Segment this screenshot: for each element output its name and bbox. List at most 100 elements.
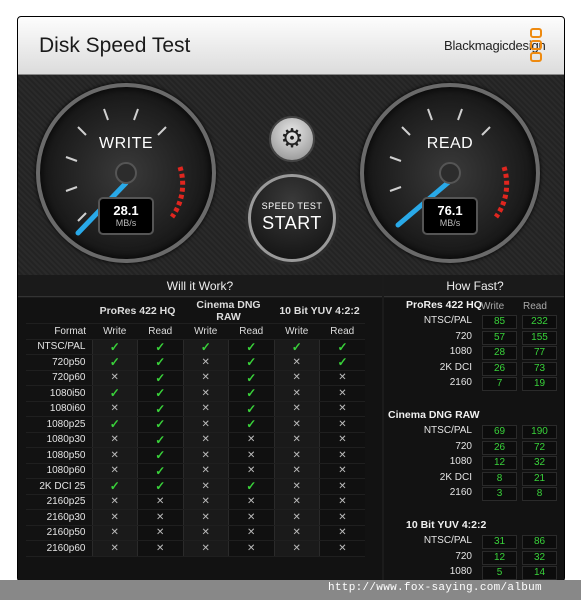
check-icon: ✓: [137, 339, 183, 355]
settings-button[interactable]: ⚙: [269, 116, 315, 162]
group-header: 10 Bit YUV 4:2:2: [274, 299, 365, 324]
start-big-label: START: [262, 213, 322, 233]
check-icon: ✓: [91, 339, 138, 355]
cross-icon: ✕: [273, 385, 320, 402]
cross-icon: ✕: [182, 447, 229, 464]
format-label: 1080p30: [26, 432, 92, 448]
cross-icon: ✕: [273, 463, 320, 479]
format-label: 2160p60: [26, 540, 92, 557]
cross-icon: ✕: [182, 401, 229, 417]
check-icon: ✓: [137, 447, 183, 464]
watermark: http://www.fox-saying.com/album: [328, 582, 542, 594]
table-row: 1080p30 ✕ ✓ ✕ ✕ ✕ ✕: [26, 432, 365, 448]
check-icon: ✓: [91, 478, 138, 495]
cross-icon: ✕: [182, 416, 229, 433]
check-icon: ✓: [137, 463, 183, 479]
cross-icon: ✕: [182, 478, 229, 495]
cross-icon: ✕: [182, 370, 229, 386]
read-column-header: Read: [228, 323, 274, 340]
format-label: 1080p25: [26, 416, 92, 433]
table-row: 2160p50 ✕ ✕ ✕ ✕ ✕ ✕: [26, 525, 365, 541]
cross-icon: ✕: [273, 416, 320, 433]
write-fps-value: 12: [482, 550, 517, 565]
read-fps-value: 73: [522, 361, 557, 376]
resolution-label: 2K DCI: [439, 361, 472, 373]
format-label: 1080i50: [26, 385, 92, 402]
check-icon: ✓: [228, 385, 274, 402]
cross-icon: ✕: [182, 509, 229, 526]
read-readout: 76.1 MB/s: [422, 197, 478, 235]
format-label: 2160p25: [26, 494, 92, 510]
how-fast-group-title: ProRes 422 HQ: [406, 299, 482, 311]
cross-icon: ✕: [273, 370, 320, 386]
table-row: 1080p60 ✕ ✓ ✕ ✕ ✕ ✕: [26, 463, 365, 479]
cross-icon: ✕: [137, 509, 183, 526]
cross-icon: ✕: [319, 478, 365, 495]
will-it-work-table: ProRes 422 HQ Cinema DNG RAW 10 Bit YUV …: [26, 299, 365, 557]
how-fast-row: 2160 3 8: [384, 487, 564, 502]
write-fps-value: 85: [482, 315, 517, 329]
read-fps-value: 77: [522, 346, 557, 361]
check-icon: ✓: [228, 478, 274, 495]
resolution-label: 2K DCI: [439, 471, 472, 483]
check-icon: ✓: [137, 370, 183, 386]
table-row: 1080i60 ✕ ✓ ✕ ✓ ✕ ✕: [26, 401, 365, 417]
cross-icon: ✕: [273, 494, 320, 510]
cross-icon: ✕: [182, 494, 229, 510]
will-it-work-header: Will it Work?: [18, 275, 382, 297]
how-fast-row: 720 26 72: [384, 440, 564, 456]
gauge-area: WRITE 28.1 MB/s ⚙ SPEED TEST START READ …: [18, 75, 564, 275]
read-fps-value: 32: [522, 456, 557, 471]
app-window: Disk Speed Test Blackmagicdesign WRITE 2…: [17, 16, 565, 582]
how-fast-row: NTSC/PAL 69 190: [384, 425, 564, 440]
cross-icon: ✕: [228, 525, 274, 541]
cross-icon: ✕: [273, 432, 320, 448]
start-button[interactable]: SPEED TEST START: [248, 174, 336, 262]
table-row: 2K DCI 25 ✓ ✓ ✕ ✓ ✕ ✕: [26, 478, 365, 495]
resolution-label: NTSC/PAL: [423, 425, 472, 436]
read-fps-value: 232: [522, 315, 557, 329]
resolution-label: 2160: [449, 377, 472, 389]
write-fps-value: 31: [482, 535, 517, 549]
table-row: 2160p25 ✕ ✕ ✕ ✕ ✕ ✕: [26, 494, 365, 510]
cross-icon: ✕: [319, 385, 365, 402]
cross-icon: ✕: [182, 525, 229, 541]
group-header: ProRes 422 HQ: [92, 299, 183, 324]
format-label: 2160p30: [26, 509, 92, 526]
write-fps-value: 8: [482, 471, 517, 486]
read-fps-value: 8: [522, 487, 557, 502]
group-header: Cinema DNG RAW: [183, 299, 274, 324]
cross-icon: ✕: [91, 401, 138, 417]
read-label: READ: [426, 135, 474, 152]
check-icon: ✓: [228, 339, 274, 355]
app-title: Disk Speed Test: [39, 34, 191, 57]
start-small-label: SPEED TEST: [261, 201, 323, 211]
cross-icon: ✕: [228, 509, 274, 526]
cross-icon: ✕: [228, 463, 274, 479]
format-label: 1080p60: [26, 463, 92, 479]
resolution-label: 720: [455, 550, 472, 562]
table-row: 720p60 ✕ ✓ ✕ ✓ ✕ ✕: [26, 370, 365, 386]
how-fast-group-title: 10 Bit YUV 4:2:2: [406, 519, 487, 531]
write-fps-value: 69: [482, 425, 517, 439]
read-fps-value: 190: [522, 425, 557, 439]
table-row: 1080p25 ✓ ✓ ✕ ✓ ✕ ✕: [26, 416, 365, 433]
center-controls: ⚙ SPEED TEST START: [244, 110, 340, 270]
write-label: WRITE: [98, 135, 154, 152]
cross-icon: ✕: [182, 432, 229, 448]
read-fps-value: 19: [522, 377, 557, 392]
cross-icon: ✕: [319, 463, 365, 479]
read-value: 76.1: [437, 203, 463, 218]
cross-icon: ✕: [137, 525, 183, 541]
check-icon: ✓: [228, 354, 274, 371]
read-column-header: Read: [137, 323, 183, 340]
how-fast-row: NTSC/PAL 85 232: [384, 315, 564, 330]
check-icon: ✓: [137, 385, 183, 402]
write-fps-value: 26: [482, 440, 517, 455]
check-icon: ✓: [273, 339, 320, 355]
write-fps-value: 3: [482, 487, 517, 502]
cross-icon: ✕: [273, 401, 320, 417]
check-icon: ✓: [137, 354, 183, 371]
how-fast-group-title: Cinema DNG RAW: [388, 409, 480, 421]
how-fast-row: 720 57 155: [384, 330, 564, 346]
